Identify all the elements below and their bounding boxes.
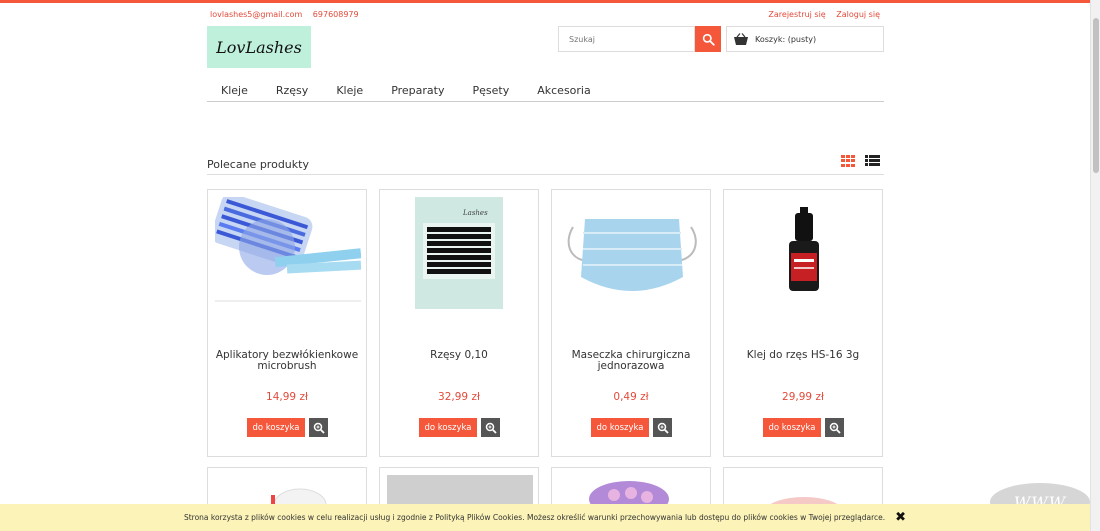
account-links: Zarejestruj się Zaloguj się bbox=[760, 10, 880, 19]
cart-label: Koszyk: (pusty) bbox=[755, 34, 817, 44]
section-title: Polecane produkty bbox=[207, 158, 309, 171]
email-link[interactable]: lovlashes5@gmail.com bbox=[210, 10, 302, 19]
search-button[interactable] bbox=[695, 26, 721, 52]
search-input[interactable] bbox=[558, 26, 695, 52]
main-menu: Kleje Rzęsy Kleje Preparaty Pęsety Akces… bbox=[207, 84, 884, 102]
menu-item-akcesoria[interactable]: Akcesoria bbox=[523, 84, 605, 101]
product-price: 32,99 zł bbox=[438, 391, 480, 403]
product-card[interactable]: Maseczka chirurgiczna jednorazowa 0,49 z… bbox=[551, 189, 711, 457]
menu-item-preparaty[interactable]: Preparaty bbox=[377, 84, 458, 101]
site-logo[interactable]: LovLashes bbox=[207, 26, 311, 68]
page-scrollbar[interactable] bbox=[1090, 0, 1100, 531]
zoom-icon bbox=[485, 422, 497, 434]
zoom-icon bbox=[313, 422, 325, 434]
product-image-mask[interactable] bbox=[559, 197, 705, 309]
menu-item-rzesy[interactable]: Rzęsy bbox=[262, 84, 322, 101]
add-to-cart-button[interactable]: do koszyka bbox=[591, 418, 649, 437]
cookie-text: Strona korzysta z plików cookies w celu … bbox=[183, 513, 886, 522]
product-image-lashes[interactable]: Lashes bbox=[387, 197, 533, 309]
product-name[interactable]: Aplikatory bezwłókienkowe microbrush bbox=[214, 350, 360, 372]
login-link[interactable]: Zaloguj się bbox=[836, 10, 880, 19]
product-price: 29,99 zł bbox=[782, 391, 824, 403]
search-icon bbox=[702, 33, 715, 46]
product-price: 0,49 zł bbox=[613, 391, 649, 403]
product-image-glue[interactable] bbox=[731, 197, 877, 309]
menu-item-pesety[interactable]: Pęsety bbox=[459, 84, 524, 101]
quick-view-button[interactable] bbox=[481, 418, 500, 437]
product-price: 14,99 zł bbox=[266, 391, 308, 403]
product-name[interactable]: Maseczka chirurgiczna jednorazowa bbox=[558, 350, 704, 372]
basket-icon bbox=[734, 32, 748, 45]
product-card[interactable]: Lashes Rzęsy 0,10 32,99 zł do koszyka bbox=[379, 189, 539, 457]
add-to-cart-button[interactable]: do koszyka bbox=[419, 418, 477, 437]
product-card[interactable]: Klej do rzęs HS-16 3g 29,99 zł do koszyk… bbox=[723, 189, 883, 457]
register-link[interactable]: Zarejestruj się bbox=[768, 10, 825, 19]
phone-link[interactable]: 697608979 bbox=[313, 10, 359, 19]
svg-text:Lashes: Lashes bbox=[462, 209, 488, 217]
zoom-icon bbox=[829, 422, 841, 434]
product-name[interactable]: Klej do rzęs HS-16 3g bbox=[730, 350, 876, 361]
scrollbar-thumb[interactable] bbox=[1093, 18, 1099, 173]
section-divider bbox=[207, 174, 884, 175]
product-image-microbrush[interactable] bbox=[215, 197, 361, 309]
zoom-icon bbox=[657, 422, 669, 434]
menu-item-kleje[interactable]: Kleje bbox=[207, 84, 262, 101]
close-icon[interactable]: ✖ bbox=[895, 510, 906, 525]
logo-text: LovLashes bbox=[216, 37, 302, 57]
product-card[interactable]: Aplikatory bezwłókienkowe microbrush 14,… bbox=[207, 189, 367, 457]
quick-view-button[interactable] bbox=[653, 418, 672, 437]
product-name[interactable]: Rzęsy 0,10 bbox=[386, 350, 532, 361]
contact-info: lovlashes5@gmail.com 697608979 bbox=[210, 10, 367, 19]
quick-view-button[interactable] bbox=[309, 418, 328, 437]
add-to-cart-button[interactable]: do koszyka bbox=[763, 418, 821, 437]
cart-box[interactable]: Koszyk: (pusty) bbox=[726, 26, 884, 52]
quick-view-button[interactable] bbox=[825, 418, 844, 437]
add-to-cart-button[interactable]: do koszyka bbox=[247, 418, 305, 437]
list-view-icon[interactable] bbox=[865, 155, 880, 167]
menu-item-kleje-2[interactable]: Kleje bbox=[322, 84, 377, 101]
grid-view-icon[interactable] bbox=[841, 155, 856, 167]
cookie-banner: Strona korzysta z plików cookies w celu … bbox=[0, 504, 1090, 531]
top-accent-bar bbox=[0, 0, 1100, 3]
